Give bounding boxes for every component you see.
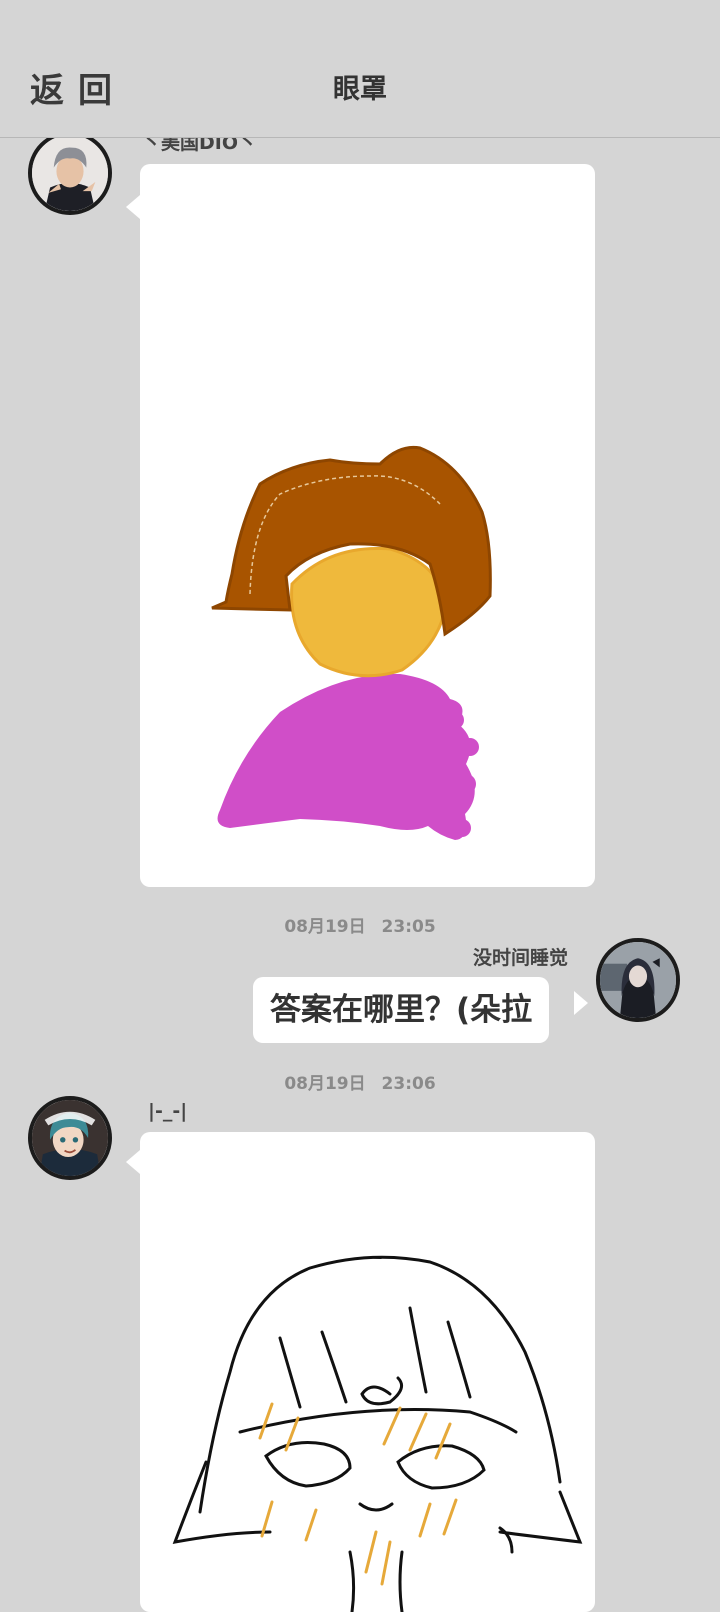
bubble-tail [126,1150,140,1174]
avatar[interactable] [28,1096,112,1180]
top-bar: 返回 眼罩 [0,0,720,138]
drawing-hat-figure [211,445,492,840]
timestamp: 08月19日 23:06 [284,1074,436,1094]
bubble-tail [126,195,140,219]
avatar[interactable] [28,131,112,215]
avatar[interactable] [596,938,680,1022]
page-title: 眼罩 [333,74,387,105]
drawing-girl-sketch [172,1255,583,1612]
avatar-image-maid [32,1100,108,1176]
avatar-image-man [32,135,108,211]
image-message[interactable] [140,1132,595,1612]
bubble-tail [574,991,588,1015]
sender-name: |-_-| [148,1100,188,1122]
timestamp: 08月19日 23:05 [284,917,436,937]
image-message[interactable] [140,164,595,887]
avatar-image-girl [600,942,676,1018]
sender-name: 没时间睡觉 [473,947,569,969]
text-message[interactable]: 答案在哪里？(朵拉 [253,977,550,1043]
